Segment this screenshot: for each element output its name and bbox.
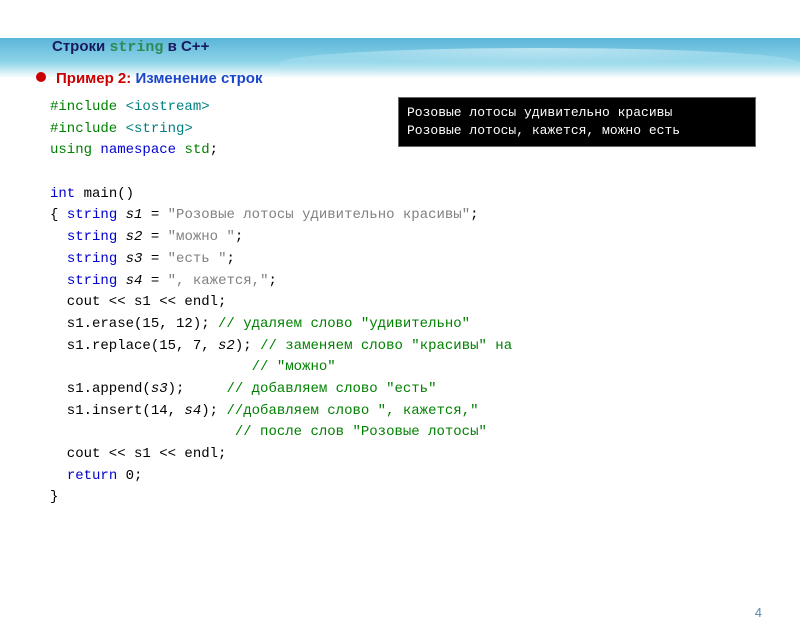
- tok: std: [184, 142, 209, 158]
- tok: return: [67, 468, 117, 484]
- tok: ;: [235, 229, 243, 245]
- tok: s1.replace(15, 7,: [50, 338, 218, 354]
- bullet-icon: [36, 72, 46, 82]
- tok: s1.erase(15, 12);: [50, 316, 218, 332]
- tok: );: [201, 403, 226, 419]
- tok: string: [67, 273, 117, 289]
- tok: "Розовые лотосы удивительно красивы": [168, 207, 470, 223]
- title-code: string: [109, 39, 163, 56]
- tok: cout << s1 << endl;: [50, 446, 226, 462]
- tok: main(): [75, 186, 134, 202]
- tok: #include: [50, 121, 126, 137]
- tok: string: [67, 229, 117, 245]
- tok: // после слов "Розовые лотосы": [235, 424, 487, 440]
- tok: ;: [268, 273, 276, 289]
- tok: }: [50, 489, 58, 505]
- console-output: Розовые лотосы удивительно красивы Розов…: [398, 97, 756, 147]
- tok: namespace: [92, 142, 184, 158]
- tok: [50, 229, 67, 245]
- tok: ;: [470, 207, 478, 223]
- tok: "есть ": [168, 251, 227, 267]
- example-label: Пример 2:: [56, 70, 135, 87]
- tok: );: [235, 338, 260, 354]
- tok: ;: [210, 142, 218, 158]
- example-desc: Изменение строк: [135, 70, 262, 87]
- tok: // заменяем слово "красивы" на: [260, 338, 512, 354]
- tok: using: [50, 142, 92, 158]
- tok: string: [67, 207, 117, 223]
- tok: int: [50, 186, 75, 202]
- tok: // "можно": [252, 359, 336, 375]
- tok: s4: [184, 403, 201, 419]
- source-code: #include <iostream> #include <string> us…: [50, 97, 756, 509]
- tok: ", кажется,": [168, 273, 269, 289]
- tok: [50, 273, 67, 289]
- tok: );: [168, 381, 227, 397]
- tok: "можно ": [168, 229, 235, 245]
- tok: s3 =: [117, 251, 167, 267]
- tok: s2 =: [117, 229, 167, 245]
- tok: string: [67, 251, 117, 267]
- tok: // удаляем слово "удивительно": [218, 316, 470, 332]
- console-line: Розовые лотосы, кажется, можно есть: [407, 122, 747, 140]
- tok: [50, 359, 252, 375]
- tok: // добавляем слово "есть": [226, 381, 436, 397]
- tok: [50, 468, 67, 484]
- title-suffix: в С++: [163, 38, 209, 55]
- tok: s1 =: [117, 207, 167, 223]
- tok: {: [50, 207, 67, 223]
- tok: s1.append(: [50, 381, 151, 397]
- tok: 0;: [117, 468, 142, 484]
- subtitle-line: Пример 2: Изменение строк: [36, 70, 800, 87]
- tok: s4 =: [117, 273, 167, 289]
- tok: //добавляем слово ", кажется,": [226, 403, 478, 419]
- code-area: Розовые лотосы удивительно красивы Розов…: [50, 97, 756, 509]
- tok: s3: [151, 381, 168, 397]
- tok: #include: [50, 99, 126, 115]
- tok: s1.insert(14,: [50, 403, 184, 419]
- slide-title: Строки string в С++: [52, 38, 800, 56]
- page-number: 4: [755, 605, 762, 620]
- tok: [50, 424, 235, 440]
- tok: [50, 251, 67, 267]
- tok: <string>: [126, 121, 193, 137]
- console-line: Розовые лотосы удивительно красивы: [407, 104, 747, 122]
- tok: cout << s1 << endl;: [50, 294, 226, 310]
- tok: s2: [218, 338, 235, 354]
- tok: <iostream>: [126, 99, 210, 115]
- tok: ;: [226, 251, 234, 267]
- title-prefix: Строки: [52, 38, 109, 55]
